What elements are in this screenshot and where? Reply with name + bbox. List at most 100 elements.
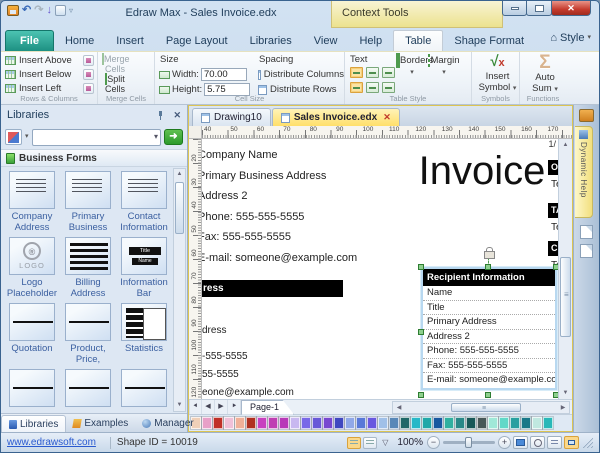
shape-thumbnail[interactable] [9,171,55,209]
funnel-icon[interactable]: ▽ [382,438,388,447]
scroll-left-icon[interactable]: ◀ [393,404,405,411]
cut-shape-1[interactable]: O Te [548,160,558,190]
library-picker-icon[interactable] [5,129,22,145]
first-page-button[interactable]: ⯇ [189,400,202,414]
tab-libraries[interactable]: Libraries [239,31,303,51]
shape-thumbnail[interactable] [9,369,55,407]
tab-view[interactable]: View [303,31,349,51]
scroll-down-icon[interactable]: ▼ [174,400,185,411]
color-swatch[interactable] [466,417,476,429]
color-swatch[interactable] [378,417,388,429]
text-align-middle-icon[interactable] [366,82,379,93]
color-swatch[interactable] [367,417,377,429]
color-swatch[interactable] [323,417,333,429]
shape-quotation[interactable]: Quotation [4,303,60,369]
tab-manager[interactable]: Manager [135,414,200,432]
insert-below-button[interactable]: Insert Below [5,68,97,81]
color-swatch[interactable] [532,417,542,429]
margin-button[interactable]: Margin ▾ [428,54,460,95]
selection-handle[interactable] [418,264,424,270]
shape-statistics[interactable]: Statistics [116,303,172,369]
color-swatch[interactable] [444,417,454,429]
shape-company-address[interactable]: Company Address [4,171,60,237]
qat-customize-icon[interactable]: ▿ [69,6,73,15]
color-swatch[interactable] [422,417,432,429]
insert-above-button[interactable]: Insert Above [5,54,97,67]
insert-symbol-button[interactable]: Insert [476,71,519,82]
previous-page-button[interactable]: ◀ [202,400,215,414]
horizontal-scrollbar[interactable]: ◀ ▶ [392,400,570,414]
recipient-table-row[interactable]: Name [423,286,555,301]
recipient-table-row[interactable]: Title [423,301,555,315]
cut-shape-2[interactable]: TA Te [548,203,558,233]
delete-row-icon[interactable] [83,69,94,80]
invoice-title[interactable]: Invoice [397,149,558,194]
dynamic-help-tab[interactable]: Dynamic Help [575,126,593,218]
tab-examples[interactable]: Examples [66,414,135,432]
selection-handle[interactable] [418,329,424,335]
text-align-top-icon[interactable] [350,82,363,93]
borders-button[interactable]: Borders ▾ [396,53,433,95]
tab-page-layout[interactable]: Page Layout [155,31,239,51]
color-swatch[interactable] [301,417,311,429]
undo-icon[interactable]: ↶ [22,5,31,16]
color-swatch[interactable] [279,417,289,429]
color-swatch[interactable] [477,417,487,429]
selection-handle[interactable] [418,392,424,398]
page-tab[interactable]: Page-1 [241,399,295,415]
doc-tab-sales-invoice[interactable]: Sales Invoice.edx ✕ [271,108,400,126]
library-go-button[interactable]: ➜ [164,129,183,145]
partial-table-header[interactable]: ress [202,280,343,297]
shape-billing-address[interactable]: Billing Address [60,237,116,303]
library-search-combobox[interactable] [31,128,161,146]
color-swatch[interactable] [488,417,498,429]
color-swatch[interactable] [345,417,355,429]
color-swatch[interactable] [400,417,410,429]
color-swatch[interactable] [521,417,531,429]
insert-shape-icon[interactable]: ↓ [46,5,52,16]
maximize-button[interactable] [526,1,552,16]
shape-thumbnail[interactable]: Title Name [121,237,167,275]
color-swatch[interactable] [257,417,267,429]
notes-panel-icon[interactable] [580,244,593,258]
width-field[interactable]: 70.00 [200,68,247,81]
zoom-magnifier-button[interactable] [530,436,545,449]
shape-product-price[interactable]: Product, Price, [60,303,116,369]
section-business-forms[interactable]: Business Forms [1,149,187,167]
text-align-bottom-icon[interactable] [382,82,395,93]
doc-close-icon[interactable]: ✕ [383,112,391,123]
color-swatch[interactable] [389,417,399,429]
color-swatch[interactable] [499,417,509,429]
last-page-button[interactable]: ⯈ [228,400,241,414]
selection-handle[interactable] [553,392,558,398]
pin-icon[interactable] [156,110,165,120]
scroll-down-icon[interactable]: ▼ [559,387,572,399]
zoom-in-button[interactable]: + [498,436,511,449]
recipient-table-row[interactable]: Fax: 555-555-5555 [423,359,555,373]
clipart-panel-icon[interactable] [580,225,593,239]
tab-home[interactable]: Home [54,31,105,51]
pan-zoom-button[interactable] [564,436,579,449]
auto-sum-button[interactable]: Auto [524,72,566,83]
color-swatch[interactable] [246,417,256,429]
shape-thumbnail[interactable] [121,369,167,407]
color-swatch[interactable] [312,417,322,429]
selection-handle[interactable] [485,264,491,270]
zoom-slider[interactable] [443,437,495,448]
color-swatch[interactable] [235,417,245,429]
vertical-scrollbar[interactable]: ▲ ▼ [558,139,572,399]
shape-item-partial[interactable] [60,369,116,413]
color-swatch[interactable] [411,417,421,429]
color-swatch[interactable] [290,417,300,429]
color-swatch[interactable] [510,417,520,429]
scrollbar-thumb[interactable] [175,182,184,234]
shape-thumbnail[interactable]: ® LOGO [9,237,55,275]
shape-primary-business[interactable]: Primary Business [60,171,116,237]
tab-insert[interactable]: Insert [105,31,155,51]
tab-help[interactable]: Help [348,31,393,51]
scroll-up-icon[interactable]: ▲ [559,139,572,151]
doc-tab-drawing10[interactable]: Drawing10 [192,108,271,126]
library-picker-dropdown-icon[interactable]: ▾ [25,133,29,140]
text-align-center-icon[interactable] [366,67,379,78]
recipient-information-table[interactable]: Recipient Information Name Title Primary A… [421,267,557,390]
